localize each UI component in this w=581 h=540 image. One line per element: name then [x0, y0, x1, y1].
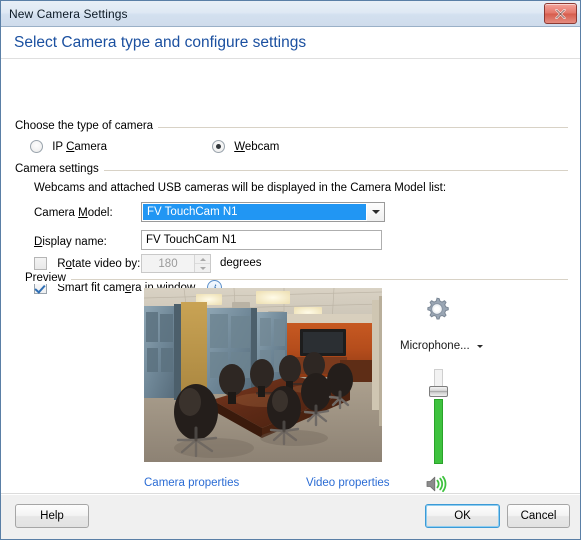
rotate-degrees-unit-label: degrees: [220, 257, 262, 269]
rotate-degrees-spin-buttons[interactable]: [194, 255, 210, 272]
camera-model-hint: Webcams and attached USB cameras will be…: [34, 182, 447, 194]
camera-properties-link[interactable]: Camera properties: [144, 477, 239, 489]
ok-button[interactable]: OK: [425, 504, 500, 528]
rotate-video-checkbox-indicator[interactable]: [34, 257, 47, 270]
camera-type-group-label: Choose the type of camera: [15, 120, 159, 132]
camera-preview-image: [144, 288, 382, 462]
radio-webcam[interactable]: Webcam: [212, 140, 279, 153]
preview-group-label: Preview: [25, 272, 71, 284]
chevron-down-icon: [371, 210, 380, 214]
camera-model-selected-value: FV TouchCam N1: [143, 204, 366, 220]
triangle-down-icon: [199, 266, 206, 270]
rotate-video-label: Rotate video by:: [57, 257, 141, 270]
chevron-down-icon: [476, 344, 483, 348]
camera-settings-group-rule: [99, 170, 568, 171]
volume-slider-track-filled: [434, 399, 443, 464]
gear-icon: [427, 297, 449, 320]
audio-source-dropdown[interactable]: Microphone...: [400, 340, 483, 352]
speaker-volume-icon: [426, 475, 447, 493]
rotate-degrees-value[interactable]: 180: [142, 255, 194, 272]
dialog-footer: Help OK Cancel: [1, 494, 580, 539]
cancel-button[interactable]: Cancel: [507, 504, 570, 528]
camera-model-combobox[interactable]: FV TouchCam N1: [141, 202, 385, 222]
radio-ip-camera[interactable]: IP Camera: [30, 140, 107, 153]
radio-webcam-indicator[interactable]: [212, 140, 225, 153]
audio-source-label: Microphone...: [400, 340, 470, 352]
triangle-up-icon: [199, 257, 206, 261]
volume-slider-thumb[interactable]: [429, 386, 448, 397]
audio-settings-button[interactable]: [423, 295, 451, 326]
camera-model-dropdown-button[interactable]: [367, 203, 384, 221]
radio-ip-camera-label: IP Camera: [52, 140, 107, 153]
video-properties-link[interactable]: Video properties: [306, 477, 390, 489]
preview-group-rule: [71, 279, 568, 280]
camera-type-group-rule: [149, 127, 568, 128]
close-icon: [555, 8, 566, 19]
stepper-up-button[interactable]: [195, 255, 210, 263]
close-button[interactable]: [544, 3, 577, 24]
page-title: Select Camera type and configure setting…: [14, 33, 307, 51]
display-name-input[interactable]: FV TouchCam N1: [141, 230, 382, 250]
dialog-body: Choose the type of camera IP Camera Webc…: [1, 59, 580, 494]
rotate-degrees-stepper[interactable]: 180: [141, 254, 211, 273]
camera-settings-group-label: Camera settings: [15, 163, 104, 175]
new-camera-settings-dialog: New Camera Settings Select Camera type a…: [0, 0, 581, 540]
help-button[interactable]: Help: [15, 504, 89, 528]
radio-ip-camera-indicator[interactable]: [30, 140, 43, 153]
camera-model-label: Camera Model:: [34, 207, 113, 219]
volume-slider-track-empty: [434, 369, 443, 387]
title-bar: New Camera Settings: [1, 1, 580, 27]
conference-room-photo: [144, 288, 382, 462]
header-band: Select Camera type and configure setting…: [1, 27, 580, 59]
window-title: New Camera Settings: [9, 6, 128, 21]
volume-slider[interactable]: [429, 369, 448, 464]
rotate-video-checkbox[interactable]: Rotate video by:: [34, 257, 140, 270]
radio-webcam-label: Webcam: [234, 140, 280, 153]
display-name-label: Display name:: [34, 236, 107, 248]
stepper-down-button[interactable]: [195, 263, 210, 272]
